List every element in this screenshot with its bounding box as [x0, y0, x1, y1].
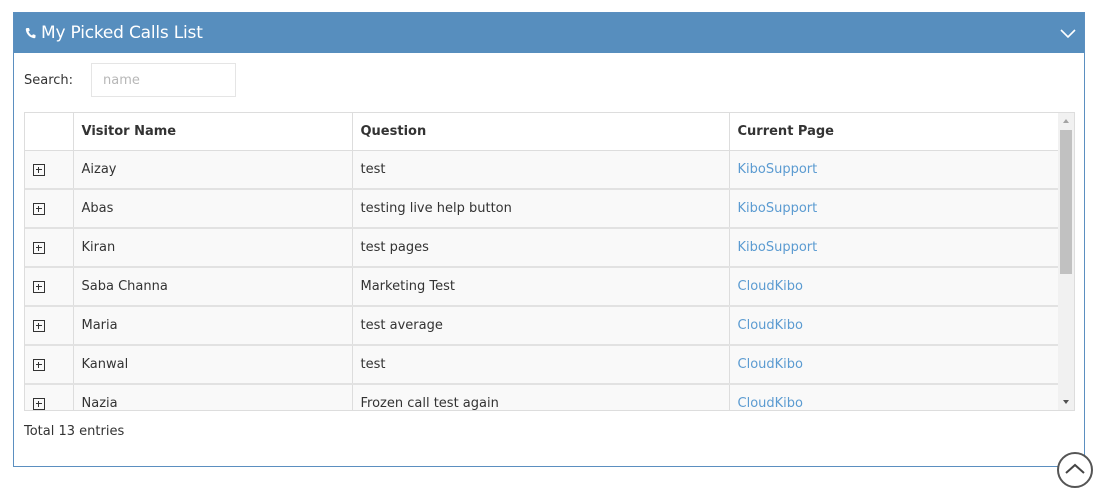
total-entries: Total 13 entries: [24, 424, 125, 439]
table-header-row: Visitor Name Question Current Page: [25, 113, 1060, 151]
current-page-link[interactable]: CloudKibo: [729, 306, 1060, 346]
table-scrollbar[interactable]: [1058, 113, 1074, 410]
search-label: Search:: [24, 72, 74, 88]
calls-table: Visitor Name Question Current Page Aizay…: [25, 113, 1060, 410]
scroll-to-top-button[interactable]: [1057, 452, 1093, 488]
visitor-name-cell: Kiran: [73, 228, 353, 268]
scrollbar-thumb[interactable]: [1060, 130, 1072, 274]
table-row: Kanwal test CloudKibo: [25, 345, 1060, 385]
calls-table-container: Visitor Name Question Current Page Aizay…: [24, 112, 1075, 411]
search-row: Search:: [24, 63, 237, 97]
table-row: Kiran test pages KiboSupport: [25, 228, 1060, 268]
visitor-name-cell: Kanwal: [73, 345, 353, 385]
question-cell: Frozen call test again: [352, 384, 730, 410]
scroll-up-arrow-icon[interactable]: [1058, 113, 1074, 129]
scroll-down-arrow-icon[interactable]: [1058, 394, 1074, 410]
column-header-current-page[interactable]: Current Page: [729, 113, 1060, 151]
expand-plus-icon[interactable]: [33, 319, 45, 332]
expand-plus-icon[interactable]: [33, 397, 45, 410]
question-cell: test: [352, 150, 730, 190]
portlet-title: My Picked Calls List: [41, 23, 203, 43]
expand-plus-icon[interactable]: [33, 241, 45, 254]
table-row: Abas testing live help button KiboSuppor…: [25, 189, 1060, 229]
table-row: Maria test average CloudKibo: [25, 306, 1060, 346]
question-cell: testing live help button: [352, 189, 730, 229]
expand-plus-icon[interactable]: [33, 163, 45, 176]
visitor-name-cell: Nazia: [73, 384, 353, 410]
column-header-visitor-name[interactable]: Visitor Name: [73, 113, 353, 151]
current-page-link[interactable]: CloudKibo: [729, 345, 1060, 385]
column-header-expand: [25, 113, 74, 151]
chevron-down-icon[interactable]: [1060, 25, 1076, 41]
current-page-link[interactable]: CloudKibo: [729, 267, 1060, 307]
chevron-up-icon: [1064, 460, 1086, 486]
question-cell: test pages: [352, 228, 730, 268]
table-row: Nazia Frozen call test again CloudKibo: [25, 384, 1060, 410]
picked-calls-portlet: My Picked Calls List Search: Visitor Nam…: [13, 12, 1085, 467]
phone-icon: [25, 26, 37, 40]
expand-plus-icon[interactable]: [33, 358, 45, 371]
current-page-link[interactable]: KiboSupport: [729, 228, 1060, 268]
column-header-question[interactable]: Question: [352, 113, 730, 151]
expand-plus-icon[interactable]: [33, 202, 45, 215]
question-cell: test: [352, 345, 730, 385]
visitor-name-cell: Maria: [73, 306, 353, 346]
search-input[interactable]: [91, 63, 237, 97]
visitor-name-cell: Aizay: [73, 150, 353, 190]
expand-plus-icon[interactable]: [33, 280, 45, 293]
visitor-name-cell: Saba Channa: [73, 267, 353, 307]
current-page-link[interactable]: CloudKibo: [729, 384, 1060, 410]
current-page-link[interactable]: KiboSupport: [729, 189, 1060, 229]
question-cell: test average: [352, 306, 730, 346]
visitor-name-cell: Abas: [73, 189, 353, 229]
portlet-header: My Picked Calls List: [14, 13, 1084, 53]
question-cell: Marketing Test: [352, 267, 730, 307]
table-row: Aizay test KiboSupport: [25, 150, 1060, 190]
current-page-link[interactable]: KiboSupport: [729, 150, 1060, 190]
table-row: Saba Channa Marketing Test CloudKibo: [25, 267, 1060, 307]
